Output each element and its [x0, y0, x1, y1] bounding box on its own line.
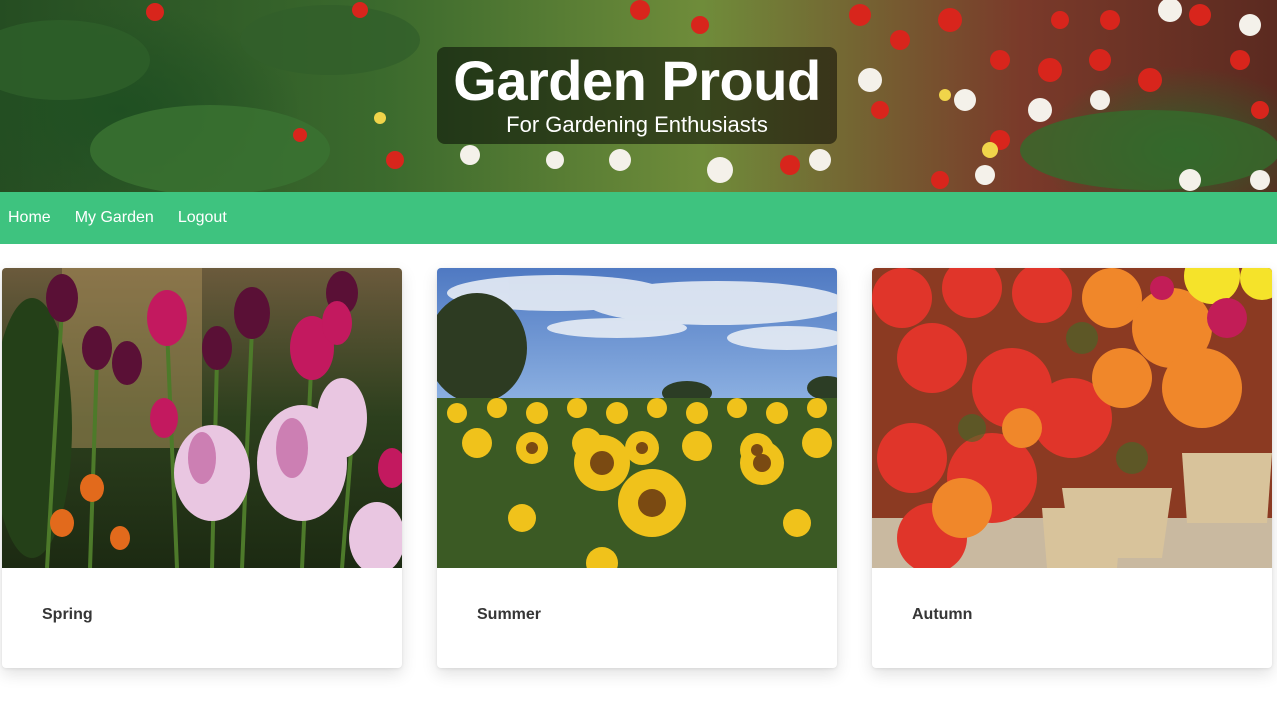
card-title: Summer — [477, 606, 542, 623]
nav-link-home[interactable]: Home — [8, 209, 51, 227]
card-body: Spring — [2, 568, 402, 668]
hero-banner: Garden Proud For Gardening Enthusiasts — [0, 0, 1277, 192]
card-body: Summer — [437, 568, 837, 668]
hero-title-box: Garden Proud For Gardening Enthusiasts — [437, 47, 837, 144]
card-title: Autumn — [912, 606, 973, 623]
site-tagline: For Gardening Enthusiasts — [506, 112, 768, 137]
season-card-autumn[interactable]: Autumn — [872, 268, 1272, 668]
spring-tulips-image — [2, 268, 402, 568]
summer-sunflowers-image — [437, 268, 837, 568]
main-nav: Home My Garden Logout — [0, 192, 1277, 244]
site-title: Garden Proud — [453, 49, 821, 112]
card-title: Spring — [42, 606, 93, 623]
nav-link-my-garden[interactable]: My Garden — [75, 209, 154, 227]
autumn-mums-image — [872, 268, 1272, 568]
nav-link-logout[interactable]: Logout — [178, 209, 227, 227]
card-body: Autumn — [872, 568, 1272, 668]
season-card-spring[interactable]: Spring — [2, 268, 402, 668]
season-cards: Spring Summer Autumn — [0, 244, 1277, 717]
season-card-summer[interactable]: Summer — [437, 268, 837, 668]
